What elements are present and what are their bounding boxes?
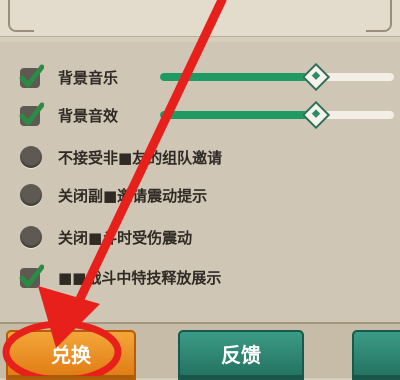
setting-row-invite-vibration[interactable]: 关闭副■邀请震动提示 <box>14 180 394 210</box>
radio-dot-icon[interactable] <box>20 146 42 168</box>
top-frame <box>0 0 400 37</box>
setting-row-sfx[interactable]: 背景音效 <box>14 100 394 130</box>
slider-fill <box>160 111 315 119</box>
setting-row-skill-display[interactable]: ■■战斗中特技释放展示 <box>14 262 394 292</box>
checkmark-icon[interactable] <box>18 264 44 290</box>
feedback-button[interactable]: 反馈 <box>178 330 304 380</box>
setting-label: ■■战斗中特技释放展示 <box>58 269 222 287</box>
setting-row-hurt-vibration[interactable]: 关闭■斗时受伤震动 <box>14 222 394 252</box>
frame-corner-right <box>366 0 392 32</box>
radio-dot-icon[interactable] <box>20 184 42 206</box>
frame-corner-left <box>8 0 34 32</box>
setting-label: 关闭副■邀请震动提示 <box>58 187 208 205</box>
footer-button-partial[interactable] <box>352 330 400 380</box>
setting-label: 关闭■斗时受伤震动 <box>58 229 193 247</box>
setting-label: 不接受非■友的组队邀请 <box>58 149 223 167</box>
redeem-button[interactable]: 兑换 <box>6 330 136 380</box>
setting-row-bgm[interactable]: 背景音乐 <box>14 62 394 92</box>
radio-dot-icon[interactable] <box>20 226 42 248</box>
checkmark-icon[interactable] <box>18 102 44 128</box>
setting-label: 背景音效 <box>58 107 119 125</box>
sfx-volume-slider[interactable] <box>160 100 394 130</box>
setting-row-team-invite[interactable]: 不接受非■友的组队邀请 <box>14 142 394 172</box>
bgm-volume-slider[interactable] <box>160 62 394 92</box>
diamond-handle-icon[interactable] <box>302 62 331 92</box>
slider-fill <box>160 73 315 81</box>
setting-label: 背景音乐 <box>58 69 119 87</box>
checkmark-icon[interactable] <box>18 64 44 90</box>
diamond-handle-icon[interactable] <box>302 100 331 130</box>
